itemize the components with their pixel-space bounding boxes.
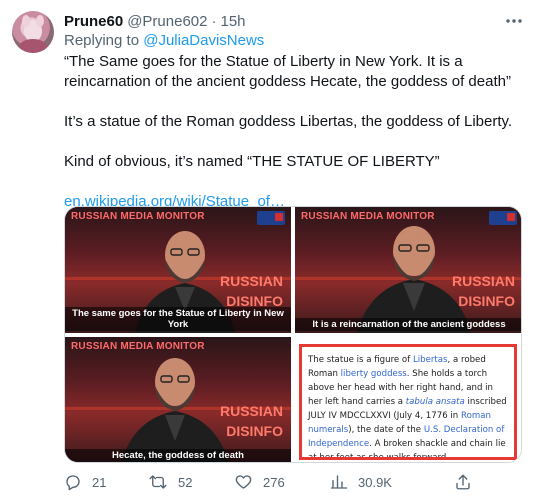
- disinfo-line-1: RUSSIAN: [219, 403, 283, 419]
- disinfo-watermark: RUSSIAN DISINFO: [452, 271, 515, 311]
- heart-icon: [235, 475, 252, 489]
- tweet: Prune60 @Prune602 · 15h Replying to @Jul…: [0, 0, 544, 500]
- tweet-text: “The Same goes for the Statue of Liberty…: [64, 52, 534, 212]
- media-tile-4[interactable]: The statue is a figure of Libertas, a ro…: [295, 337, 521, 462]
- views-count: 30.9K: [358, 474, 392, 490]
- tweet-paragraph-obvious: Kind of obvious, it’s named “THE STATUE …: [64, 153, 440, 170]
- disinfo-watermark: RUSSIAN DISINFO: [220, 401, 283, 441]
- monitor-label: RUSSIAN MEDIA MONITOR: [71, 211, 205, 222]
- share-button[interactable]: [454, 470, 482, 494]
- disinfo-watermark: RUSSIAN DISINFO: [220, 271, 283, 311]
- replying-to: Replying to @JuliaDavisNews: [64, 32, 264, 49]
- reply-count: 21: [92, 474, 107, 490]
- replying-to-mention[interactable]: @JuliaDavisNews: [143, 32, 264, 49]
- wikipedia-excerpt: The statue is a figure of Libertas, a ro…: [299, 344, 517, 460]
- like-button[interactable]: 276: [234, 470, 285, 494]
- retweet-count: 52: [178, 474, 193, 490]
- monitor-label: RUSSIAN MEDIA MONITOR: [71, 341, 205, 352]
- reply-button[interactable]: 21: [64, 470, 106, 494]
- more-options-icon[interactable]: [504, 13, 524, 29]
- tweet-header: Prune60 @Prune602 · 15h: [64, 11, 532, 31]
- display-name[interactable]: Prune60: [64, 13, 123, 30]
- separator-dot: ·: [211, 12, 217, 30]
- disinfo-line-2: DISINFO: [458, 293, 515, 309]
- tweet-paragraph-quote: “The Same goes for the Statue of Liberty…: [64, 53, 511, 90]
- media-grid: RUSSIAN MEDIA MONITOR RUSSIAN DISINFO Th…: [64, 206, 522, 463]
- video-caption: It is a reincarnation of the ancient god…: [295, 318, 521, 331]
- video-caption: The same goes for the Statue of Liberty …: [65, 307, 291, 331]
- tweet-actions: 21 52 276 30.9K: [64, 470, 534, 494]
- channel-logo: [489, 211, 517, 225]
- views-button[interactable]: 30.9K: [330, 470, 392, 494]
- avatar[interactable]: [12, 11, 54, 53]
- replying-to-label: Replying to: [64, 32, 140, 49]
- video-caption: Hecate, the goddess of death: [65, 449, 291, 462]
- disinfo-line-1: RUSSIAN: [451, 273, 515, 289]
- tweet-paragraph-libertas: It’s a statue of the Roman goddess Liber…: [64, 113, 513, 130]
- retweet-button[interactable]: 52: [148, 470, 192, 494]
- media-tile-1[interactable]: RUSSIAN MEDIA MONITOR RUSSIAN DISINFO Th…: [65, 207, 291, 333]
- reply-icon: [66, 475, 80, 491]
- views-icon: [330, 475, 348, 489]
- user-handle[interactable]: @Prune602: [127, 13, 207, 30]
- media-tile-2[interactable]: RUSSIAN MEDIA MONITOR RUSSIAN DISINFO It…: [295, 207, 521, 333]
- wiki-link-tabula-ansata: tabula ansata: [405, 397, 465, 407]
- wiki-link-liberty-goddess: liberty goddess: [340, 369, 407, 379]
- wiki-text: ), the date of the: [348, 425, 424, 435]
- share-icon: [456, 474, 470, 490]
- wiki-link-libertas: Libertas: [412, 355, 448, 365]
- like-count: 276: [263, 474, 285, 490]
- disinfo-line-2: DISINFO: [226, 423, 283, 439]
- retweet-icon: [149, 475, 167, 489]
- disinfo-line-1: RUSSIAN: [219, 273, 283, 289]
- media-tile-3[interactable]: RUSSIAN MEDIA MONITOR RUSSIAN DISINFO He…: [65, 337, 291, 462]
- wiki-text: The statue is a figure of: [308, 355, 413, 365]
- channel-logo: [257, 211, 285, 225]
- timestamp[interactable]: 15h: [220, 13, 245, 30]
- monitor-label: RUSSIAN MEDIA MONITOR: [301, 211, 435, 222]
